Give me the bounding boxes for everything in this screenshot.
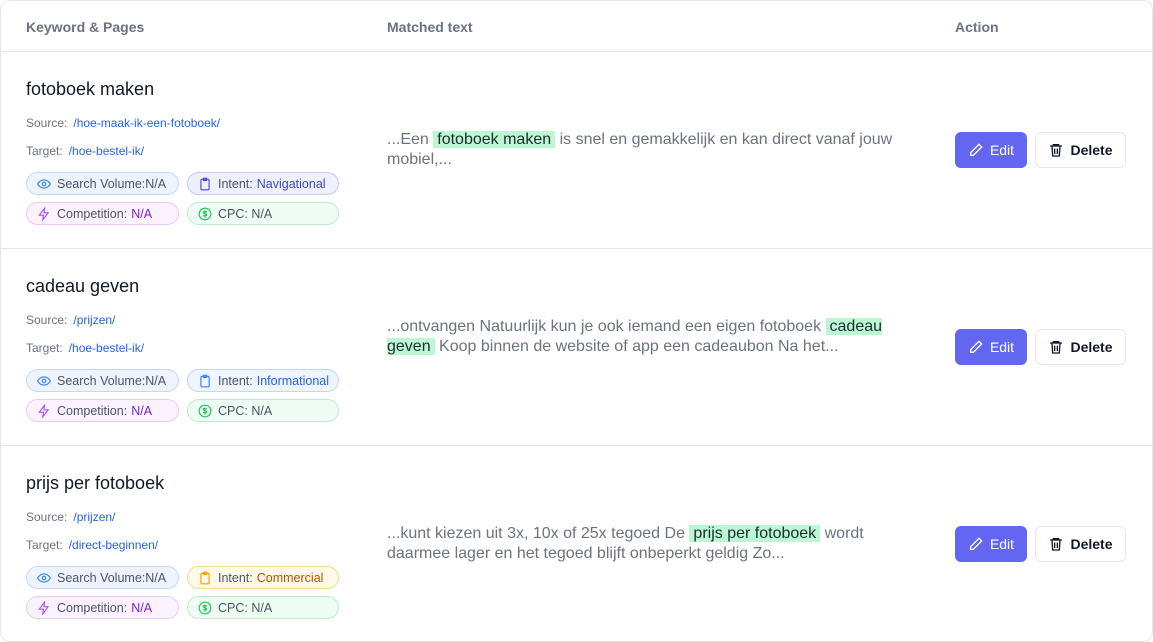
intent-badge: Intent: Navigational — [187, 172, 339, 195]
edit-button[interactable]: Edit — [955, 132, 1027, 168]
table-row: cadeau geven Source: /prijzen/ Target: /ho… — [1, 249, 1152, 446]
target-link[interactable]: /hoe-bestel-ik/ — [69, 144, 144, 158]
target-label: Target: — [26, 538, 63, 552]
cpc-text: CPC: N/A — [218, 403, 273, 418]
source-line: Source: /prijzen/ — [26, 313, 115, 327]
target-link[interactable]: /hoe-bestel-ik/ — [69, 341, 144, 355]
source-line: Source: /hoe-maak-ik-een-fotoboek/ — [26, 116, 220, 130]
intent-value: Informational — [256, 373, 330, 388]
intent-badge: Intent: Commercial — [187, 566, 339, 589]
competition-value: N/A — [131, 403, 153, 418]
source-link[interactable]: /prijzen/ — [73, 510, 115, 524]
target-link[interactable]: /direct-beginnen/ — [69, 538, 158, 552]
intent-label: Intent: — [218, 373, 253, 388]
delete-label: Delete — [1070, 536, 1113, 552]
table-row: prijs per fotoboek Source: /prijzen/ Targ… — [1, 446, 1152, 641]
target-label: Target: — [26, 341, 63, 355]
target-label: Target: — [26, 144, 63, 158]
matched-before: ...ontvangen Natuurlijk kun je ook ieman… — [387, 318, 822, 335]
matched-highlight: fotoboek maken — [433, 131, 556, 148]
keyword-title: fotoboek maken — [26, 79, 155, 99]
clipboard-icon — [198, 374, 212, 388]
intent-value: Commercial — [256, 570, 324, 585]
matched-before: ...kunt kiezen uit 3x, 10x of 25x tegoed… — [387, 525, 685, 542]
delete-button[interactable]: Delete — [1035, 526, 1126, 562]
trash-icon — [1048, 142, 1064, 158]
matched-highlight: prijs per fotoboek — [689, 525, 821, 542]
target-line: Target: /hoe-bestel-ik/ — [26, 341, 144, 355]
keyword-table: Keyword & Pages Matched text Action foto… — [0, 0, 1153, 642]
table-row: fotoboek maken Source: /hoe-maak-ik-een-f… — [1, 52, 1152, 249]
delete-button[interactable]: Delete — [1035, 132, 1126, 168]
competition-badge: Competition: N/A — [26, 596, 179, 619]
source-label: Source: — [26, 116, 68, 130]
search-volume-text: Search Volume:N/A — [57, 570, 167, 585]
cpc-text: CPC: N/A — [218, 600, 273, 615]
intent-label: Intent: — [218, 176, 253, 191]
delete-label: Delete — [1070, 339, 1113, 355]
lightning-icon — [37, 600, 51, 615]
source-label: Source: — [26, 313, 68, 327]
search-volume-badge: Search Volume:N/A — [26, 369, 179, 392]
keyword-title: prijs per fotoboek — [26, 473, 165, 493]
source-link[interactable]: /prijzen/ — [73, 313, 115, 327]
dollar-circle-icon — [198, 601, 212, 615]
eye-icon — [37, 374, 51, 388]
dollar-circle-icon — [198, 404, 212, 418]
search-volume-badge: Search Volume:N/A — [26, 172, 179, 195]
competition-badge: Competition: N/A — [26, 399, 179, 422]
lightning-icon — [37, 403, 51, 418]
eye-icon — [37, 177, 51, 191]
intent-value: Navigational — [256, 176, 326, 191]
source-line: Source: /prijzen/ — [26, 510, 115, 524]
column-header-action: Action — [955, 19, 999, 35]
clipboard-icon — [198, 177, 212, 191]
source-link[interactable]: /hoe-maak-ik-een-fotoboek/ — [73, 116, 220, 130]
trash-icon — [1048, 536, 1064, 552]
pencil-icon — [968, 142, 984, 158]
table-header: Keyword & Pages Matched text Action — [1, 1, 1152, 52]
edit-label: Edit — [989, 142, 1015, 158]
edit-label: Edit — [989, 339, 1015, 355]
competition-label: Competition: — [57, 403, 128, 418]
dollar-circle-icon — [198, 207, 212, 221]
intent-badge: Intent: Informational — [187, 369, 339, 392]
matched-after: Koop binnen de website of app een cadeau… — [439, 338, 839, 355]
search-volume-badge: Search Volume:N/A — [26, 566, 179, 589]
competition-label: Competition: — [57, 600, 128, 615]
cpc-text: CPC: N/A — [218, 206, 273, 221]
cpc-badge: CPC: N/A — [187, 399, 339, 422]
pencil-icon — [968, 536, 984, 552]
cpc-badge: CPC: N/A — [187, 596, 339, 619]
intent-label: Intent: — [218, 570, 253, 585]
competition-badge: Competition: N/A — [26, 202, 179, 225]
eye-icon — [37, 571, 51, 585]
delete-button[interactable]: Delete — [1035, 329, 1126, 365]
lightning-icon — [37, 206, 51, 221]
matched-text: ...Een fotoboek maken is snel en gemakke… — [387, 130, 907, 170]
edit-button[interactable]: Edit — [955, 329, 1027, 365]
competition-value: N/A — [131, 206, 153, 221]
column-header-matched: Matched text — [387, 19, 473, 35]
source-label: Source: — [26, 510, 68, 524]
keyword-title: cadeau geven — [26, 276, 140, 296]
competition-value: N/A — [131, 600, 153, 615]
clipboard-icon — [198, 571, 212, 585]
search-volume-text: Search Volume:N/A — [57, 176, 167, 191]
column-header-keyword: Keyword & Pages — [26, 19, 145, 35]
pencil-icon — [968, 339, 984, 355]
matched-text: ...kunt kiezen uit 3x, 10x of 25x tegoed… — [387, 524, 907, 564]
matched-text: ...ontvangen Natuurlijk kun je ook ieman… — [387, 317, 907, 357]
target-line: Target: /direct-beginnen/ — [26, 538, 158, 552]
trash-icon — [1048, 339, 1064, 355]
matched-before: ...Een — [387, 131, 429, 148]
search-volume-text: Search Volume:N/A — [57, 373, 167, 388]
edit-button[interactable]: Edit — [955, 526, 1027, 562]
delete-label: Delete — [1070, 142, 1113, 158]
edit-label: Edit — [989, 536, 1015, 552]
target-line: Target: /hoe-bestel-ik/ — [26, 144, 144, 158]
cpc-badge: CPC: N/A — [187, 202, 339, 225]
competition-label: Competition: — [57, 206, 128, 221]
